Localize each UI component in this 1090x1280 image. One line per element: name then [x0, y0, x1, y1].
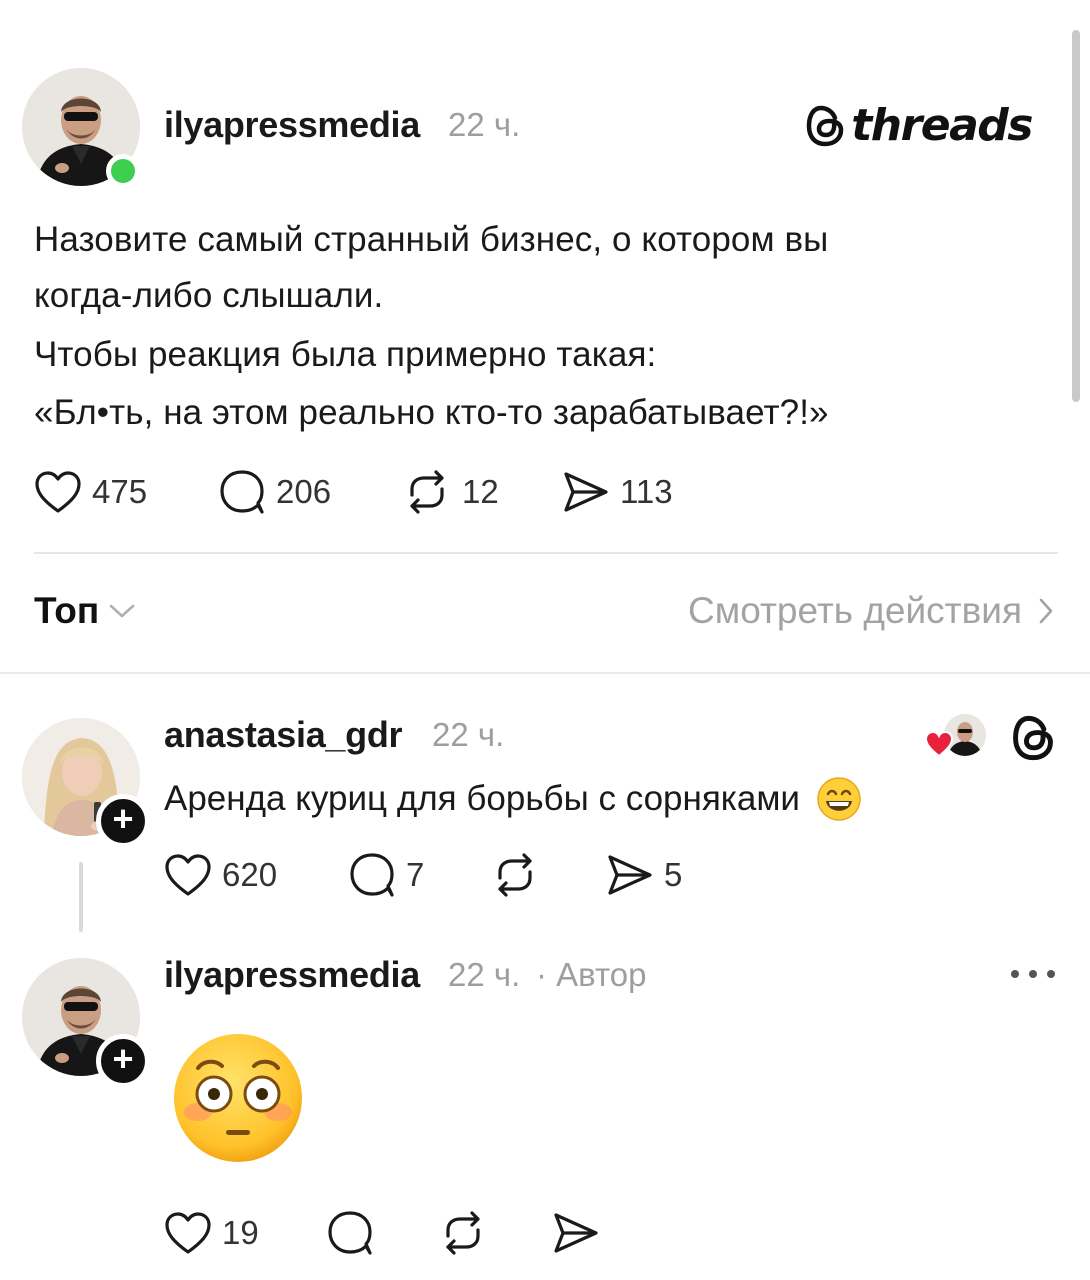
view-activity-label: Смотреть действия: [688, 590, 1022, 631]
post-username[interactable]: ilyapressmedia: [164, 104, 420, 146]
reply-reply-button[interactable]: [326, 1208, 384, 1258]
section-divider: [0, 672, 1090, 674]
more-options-icon: [1011, 970, 1055, 978]
post-share-button[interactable]: 113: [562, 467, 673, 517]
reply-repost-button[interactable]: [438, 1208, 498, 1258]
threads-logo-text: threads: [851, 100, 1033, 151]
post-share-count: 113: [620, 473, 673, 510]
sort-dropdown[interactable]: Топ: [34, 590, 135, 632]
comment-icon: [328, 1211, 372, 1255]
send-icon: [608, 855, 652, 895]
scrollbar[interactable]: [1072, 30, 1080, 402]
heart-icon: [165, 854, 211, 896]
post-text-line-1: Назовите самый странный бизнес, о которо…: [34, 220, 829, 259]
reply-timestamp: 22 ч.: [448, 956, 521, 993]
follow-plus-button[interactable]: +: [96, 794, 150, 848]
post-divider: [34, 552, 1058, 554]
threads-logo-icon: [806, 105, 844, 146]
post-text-line-3: Чтобы реакция была примерно такая:: [34, 335, 657, 374]
post-like-count: 475: [92, 473, 148, 510]
author-tag: · Автор: [536, 956, 647, 993]
heart-icon: [924, 730, 954, 758]
post-repost-button[interactable]: 12: [402, 467, 499, 517]
comment-text: Аренда куриц для борьбы с сорняками: [164, 776, 862, 822]
comment-reply-count: 7: [406, 856, 425, 893]
comment-username[interactable]: anastasia_gdr: [164, 714, 403, 756]
comment-share-count: 5: [664, 856, 683, 893]
repost-icon: [410, 470, 444, 514]
comment-repost-button[interactable]: [490, 850, 550, 900]
chevron-down-icon: [109, 604, 135, 618]
more-options-button[interactable]: [1010, 962, 1056, 986]
threads-logo: threads: [805, 100, 1033, 151]
comment-icon: [350, 853, 394, 897]
thread-connector-line: [79, 862, 83, 932]
heart-icon: [165, 1212, 211, 1254]
comment-timestamp: 22 ч.: [432, 716, 505, 753]
sort-label: Топ: [34, 590, 100, 631]
send-icon: [564, 472, 608, 512]
threads-icon: [1013, 715, 1053, 761]
grinning-face-icon: [817, 777, 861, 821]
reply-username[interactable]: ilyapressmedia: [164, 954, 420, 996]
author-liked-indicator: [922, 714, 988, 760]
comment-icon: [220, 470, 264, 514]
chevron-right-icon: [1039, 598, 1053, 624]
view-activity-link[interactable]: Смотреть действия: [688, 590, 1054, 632]
post-like-button[interactable]: 475: [34, 467, 147, 517]
comment-like-button[interactable]: 620: [164, 850, 277, 900]
post-timestamp: 22 ч.: [448, 106, 521, 143]
heart-icon: [35, 471, 81, 513]
follow-plus-button[interactable]: +: [96, 1034, 150, 1088]
post-text-line-2: когда-либо слышали.: [34, 276, 384, 315]
repost-icon: [498, 853, 532, 897]
send-icon: [554, 1213, 598, 1253]
comment-text-label: Аренда куриц для борьбы с сорняками: [164, 779, 800, 818]
flushed-face-icon: [174, 1034, 302, 1162]
reply-share-button[interactable]: [552, 1208, 610, 1258]
comment-like-count: 620: [222, 856, 278, 893]
post-reply-count: 206: [276, 473, 332, 510]
reply-like-count: 19: [222, 1214, 259, 1251]
post-text-line-4: «Бл•ть, на этом реально кто-то зарабатыв…: [34, 393, 829, 432]
online-status-indicator: [106, 154, 140, 188]
post-reply-button[interactable]: 206: [218, 467, 331, 517]
comment-share-button[interactable]: 5: [606, 850, 682, 900]
comment-reply-button[interactable]: 7: [348, 850, 424, 900]
repost-icon: [446, 1211, 480, 1255]
reply-like-button[interactable]: 19: [164, 1208, 259, 1258]
post-repost-count: 12: [462, 473, 499, 510]
